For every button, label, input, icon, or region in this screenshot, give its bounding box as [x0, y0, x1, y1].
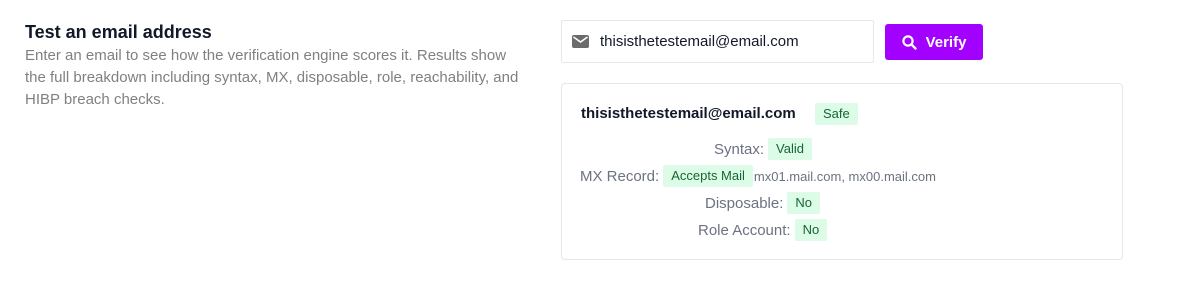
email-field[interactable] [561, 20, 874, 63]
mail-icon [572, 35, 589, 48]
verify-label: Verify [925, 33, 967, 51]
status-badge: Safe [815, 103, 858, 125]
disposable-row: Disposable: No [705, 192, 821, 214]
role-label: Role Account: [698, 221, 791, 239]
syntax-row: Syntax: Valid [714, 138, 812, 160]
section-title: Test an email address [25, 22, 212, 42]
description-line: Enter an email to see how the verificati… [25, 47, 507, 64]
mx-row: MX Record: Accepts Mail mx01.mail.com, m… [580, 165, 936, 187]
mx-badge: Accepts Mail [663, 165, 753, 187]
role-row: Role Account: No [698, 219, 828, 241]
syntax-label: Syntax: [714, 140, 765, 158]
verify-button[interactable]: Verify [885, 24, 983, 60]
description-line: HIBP breach checks. [25, 91, 165, 108]
intro-section: Test an email address Enter an email to … [25, 21, 555, 111]
mx-label: MX Record: [580, 167, 660, 185]
description-line: the full breakdown including syntax, MX,… [25, 69, 519, 86]
result-email: thisisthetestemail@email.com [581, 105, 796, 122]
search-icon [901, 34, 917, 50]
disposable-badge: No [787, 192, 821, 214]
syntax-badge: Valid [768, 138, 812, 160]
role-badge: No [794, 219, 828, 241]
disposable-label: Disposable: [705, 194, 784, 212]
result-card: thisisthetestemail@email.com Safe Syntax… [561, 83, 1123, 260]
email-input[interactable] [600, 33, 860, 50]
section-description: Enter an email to see how the verificati… [25, 45, 555, 111]
mx-hosts: mx01.mail.com, mx00.mail.com [753, 168, 936, 184]
